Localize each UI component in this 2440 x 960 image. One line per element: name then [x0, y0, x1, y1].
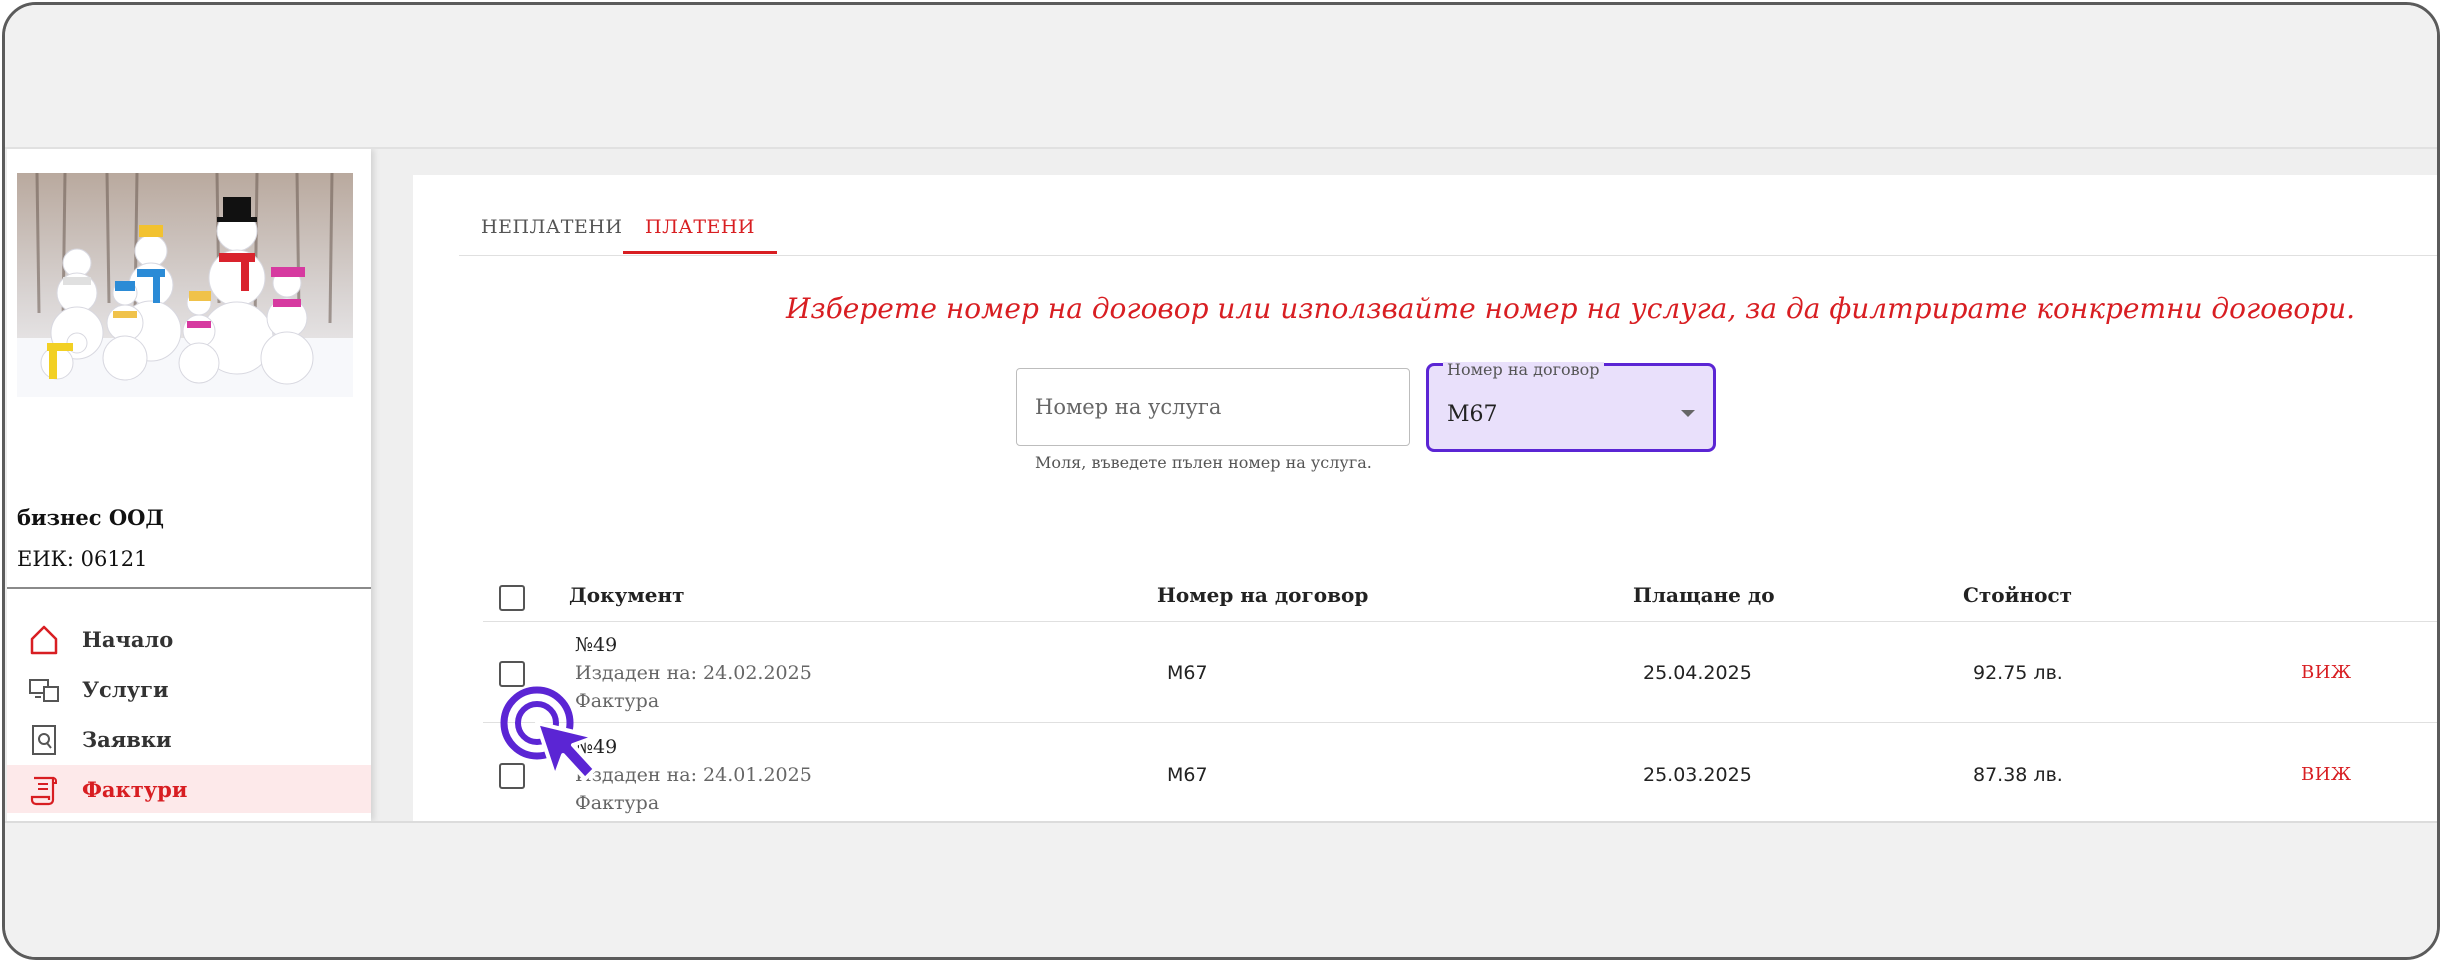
- screen-frame: бизнес ООД ЕИК: 06121 Начало Услуги Заяв: [2, 2, 2440, 960]
- contract-number-select[interactable]: Номер на договор M67: [1426, 362, 1716, 452]
- click-cursor-icon: [499, 685, 609, 795]
- sidebar-item-services[interactable]: Услуги: [7, 665, 371, 713]
- contract-select-value: M67: [1447, 402, 1498, 427]
- company-name: бизнес ООД: [17, 505, 165, 530]
- service-number-input[interactable]: [1017, 369, 1409, 445]
- service-number-field[interactable]: [1016, 368, 1410, 446]
- sidebar-item-requests[interactable]: Заявки: [7, 715, 371, 763]
- tab-paid[interactable]: ПЛАТЕНИ: [623, 203, 777, 254]
- select-all-checkbox[interactable]: [499, 585, 525, 611]
- services-icon: [27, 673, 61, 707]
- table-row: №49 Издаден на: 24.02.2025 Фактура M67 2…: [483, 622, 2437, 723]
- document-issued-date: Издаден на: 24.01.2025: [575, 764, 812, 786]
- document-number: №49: [575, 634, 618, 656]
- tab-divider: [459, 255, 2437, 256]
- column-header-contract: Номер на договор: [1157, 583, 1369, 607]
- sidebar-item-label: Начало: [82, 626, 174, 652]
- sidebar-item-label: Услуги: [82, 676, 169, 702]
- column-header-amount: Стойност: [1963, 583, 2073, 607]
- row-checkbox[interactable]: [499, 661, 525, 687]
- amount: 92.75 лв.: [1973, 662, 2063, 684]
- column-header-due-date: Плащане до: [1633, 583, 1775, 607]
- bottom-bar: [5, 821, 2437, 957]
- sidebar-item-invoices[interactable]: Фактури: [7, 765, 371, 813]
- dropdown-arrow-icon: [1681, 410, 1695, 417]
- document-issued-date: Издаден на: 24.02.2025: [575, 662, 812, 684]
- document-type: Фактура: [575, 792, 660, 814]
- invoices-icon: [27, 773, 61, 807]
- table-row: №49 Издаден на: 24.01.2025 Фактура M67 2…: [483, 724, 2437, 821]
- view-button[interactable]: ВИЖ: [2301, 764, 2352, 785]
- table-header: Документ Номер на договор Плащане до Сто…: [483, 571, 2437, 622]
- service-number-helper: Моля, въведете пълен номер на услуга.: [1035, 453, 1372, 472]
- profile-image: [17, 173, 353, 397]
- home-icon: [27, 623, 61, 657]
- column-header-document: Документ: [569, 583, 685, 607]
- sidebar-item-home[interactable]: Начало: [7, 615, 371, 663]
- sidebar-item-label: Заявки: [82, 726, 172, 752]
- tab-unpaid[interactable]: НЕПЛАТЕНИ: [459, 203, 644, 251]
- requests-icon: [27, 723, 61, 757]
- contract-number: M67: [1167, 662, 1208, 684]
- sidebar: бизнес ООД ЕИК: 06121 Начало Услуги Заяв: [7, 149, 371, 821]
- amount: 87.38 лв.: [1973, 764, 2063, 786]
- view-button[interactable]: ВИЖ: [2301, 662, 2352, 683]
- filter-hint: Изберете номер на договор или използвайт…: [786, 292, 2356, 325]
- sidebar-item-label: Фактури: [82, 776, 188, 802]
- sidebar-divider: [7, 587, 371, 589]
- company-eik: ЕИК: 06121: [17, 547, 148, 571]
- content-area: бизнес ООД ЕИК: 06121 Начало Услуги Заяв: [5, 149, 2437, 821]
- invoices-panel: НЕПЛАТЕНИ ПЛАТЕНИ Изберете номер на дого…: [413, 175, 2437, 821]
- top-bar: [5, 5, 2437, 149]
- due-date: 25.03.2025: [1643, 764, 1752, 786]
- due-date: 25.04.2025: [1643, 662, 1752, 684]
- contract-select-label: Номер на договор: [1443, 362, 1604, 378]
- contract-number: M67: [1167, 764, 1208, 786]
